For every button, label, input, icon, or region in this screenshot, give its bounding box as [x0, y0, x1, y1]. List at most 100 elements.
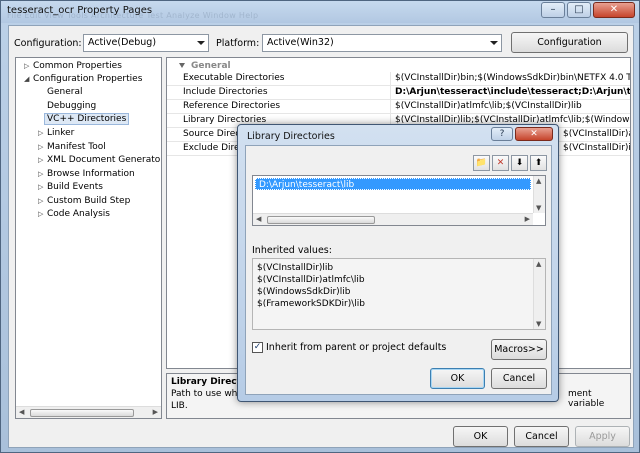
description-text-right: ment variable	[568, 389, 605, 409]
scroll-up-icon[interactable]: ▲	[536, 260, 541, 268]
chevron-down-icon	[197, 41, 205, 45]
tree-item-label: Code Analysis	[47, 209, 110, 219]
tree-item-label: Common Properties	[33, 61, 122, 71]
dialog-cancel-button[interactable]: Cancel	[491, 368, 547, 389]
property-name: Include Directories	[183, 87, 268, 97]
scrollbar-thumb[interactable]	[30, 409, 134, 417]
expand-icon[interactable]: ▷	[38, 195, 47, 208]
move-up-icon[interactable]: ⬆	[530, 155, 547, 171]
tree-item-label: Custom Build Step	[47, 196, 131, 206]
tree-item-debugging[interactable]: Debugging	[47, 100, 96, 113]
directory-vertical-scrollbar[interactable]: ▲ ▼	[533, 176, 545, 213]
configuration-value: Active(Debug)	[88, 37, 157, 48]
close-button[interactable]: ✕	[593, 2, 635, 18]
configuration-label: Configuration:	[14, 38, 82, 49]
delete-icon[interactable]: ✕	[492, 155, 509, 171]
inherited-value: $(VCInstallDir)atlmfc\lib	[257, 275, 365, 285]
grid-row-executable-directories[interactable]: Executable Directories $(VCInstallDir)bi…	[167, 72, 630, 86]
property-value: $(VCInstallDir)atlmfc\lib;$(VCInstallDir…	[395, 101, 582, 111]
expand-icon[interactable]: ▷	[38, 127, 47, 140]
apply-button[interactable]: Apply	[575, 426, 630, 447]
tree-item-build-events[interactable]: ▷ Build Events	[38, 181, 103, 194]
grid-row-include-directories[interactable]: Include Directories D:\Arjun\tesseract\i…	[167, 86, 630, 100]
dialog-caption-buttons: ? ✕	[491, 127, 553, 141]
expand-icon[interactable]: ▷	[38, 181, 47, 194]
inherited-vertical-scrollbar[interactable]: ▲ ▼	[533, 259, 545, 329]
expand-icon[interactable]: ▷	[38, 168, 47, 181]
tree-item-label: Linker	[47, 128, 75, 138]
collapse-icon[interactable]: ◢	[24, 73, 33, 86]
tree-item-label: General	[47, 87, 83, 97]
platform-dropdown[interactable]: Active(Win32)	[262, 34, 502, 52]
title-bar[interactable]: File Edit View Tools Architecture Test A…	[1, 1, 639, 23]
scrollbar-thumb[interactable]	[267, 216, 375, 224]
inherited-value: $(VCInstallDir)lib	[257, 263, 334, 273]
inherited-values-box: $(VCInstallDir)lib $(VCInstallDir)atlmfc…	[252, 258, 546, 330]
caption-buttons: – □ ✕	[541, 2, 635, 18]
ok-button[interactable]: OK	[453, 426, 508, 447]
dialog-close-button[interactable]: ✕	[515, 127, 553, 141]
library-directories-dialog: Library Directories ? ✕ 📁 ✕ ⬇ ⬆ D:\Arjun…	[237, 124, 559, 402]
property-value: D:\Arjun\tesseract\include\tesseract;D:\…	[395, 87, 631, 97]
inherited-value: $(WindowsSdkDir)lib	[257, 287, 351, 297]
tree-item-xml-document-generator[interactable]: ▷ XML Document Generator	[38, 154, 162, 167]
new-line-folder-icon[interactable]: 📁	[473, 155, 490, 171]
scroll-down-icon[interactable]: ▼	[536, 204, 541, 212]
expand-icon[interactable]: ▷	[38, 208, 47, 221]
tree-item-label: Configuration Properties	[33, 74, 143, 84]
platform-label: Platform:	[216, 38, 260, 49]
scroll-right-icon[interactable]: ▶	[525, 215, 530, 223]
inherit-checkbox-label[interactable]: Inherit from parent or project defaults	[266, 342, 446, 353]
tree-horizontal-scrollbar[interactable]: ◀ ▶	[16, 406, 161, 418]
maximize-button[interactable]: □	[567, 2, 591, 18]
tree-item-common-properties[interactable]: ▷ Common Properties	[24, 60, 122, 73]
inherited-values-label: Inherited values:	[252, 245, 332, 256]
configuration-manager-button[interactable]: Configuration Manager...	[511, 32, 628, 67]
expand-icon[interactable]: ▷	[38, 154, 47, 167]
macros-button[interactable]: Macros>>	[491, 339, 547, 360]
dialog-ok-button[interactable]: OK	[430, 368, 485, 389]
cancel-button[interactable]: Cancel	[514, 426, 569, 447]
collapse-triangle-icon[interactable]	[179, 63, 185, 68]
property-value: $(VCInstallDir)atlmfc\src\mfc	[563, 129, 630, 139]
tree-item-vc-directories[interactable]: VC++ Directories	[43, 113, 130, 126]
tree-item-linker[interactable]: ▷ Linker	[38, 127, 74, 140]
scroll-down-icon[interactable]: ▼	[536, 320, 541, 328]
description-text-line2: LIB.	[171, 401, 188, 411]
help-button[interactable]: ?	[491, 127, 513, 141]
directory-list[interactable]: D:\Arjun\tesseract\lib ▲ ▼ ◀ ▶	[252, 175, 546, 226]
property-tree: ▷ Common Properties ◢ Configuration Proper…	[15, 57, 162, 419]
tree-item-manifest-tool[interactable]: ▷ Manifest Tool	[38, 141, 106, 154]
expand-icon[interactable]: ▷	[24, 60, 33, 73]
expand-icon[interactable]: ▷	[38, 141, 47, 154]
dialog-title: Library Directories	[247, 131, 335, 142]
tree-item-label: Browse Information	[47, 169, 135, 179]
tree-item-code-analysis[interactable]: ▷ Code Analysis	[38, 208, 110, 221]
inherit-checkbox[interactable]: ✓	[252, 342, 263, 353]
window-title: tesseract_ocr Property Pages	[7, 5, 153, 16]
tree-item-label: Debugging	[47, 101, 97, 111]
property-value: $(VCInstallDir)bin;$(WindowsSdkDir)bin\N…	[395, 73, 631, 83]
grid-category-general[interactable]: General	[167, 60, 630, 72]
scroll-right-icon[interactable]: ▶	[153, 408, 158, 416]
directory-entry[interactable]: D:\Arjun\tesseract\lib	[255, 178, 531, 190]
tree-item-custom-build-step[interactable]: ▷ Custom Build Step	[38, 195, 130, 208]
tree-item-label: Build Events	[47, 182, 103, 192]
tree-item-label: Manifest Tool	[47, 142, 106, 152]
grid-row-reference-directories[interactable]: Reference Directories $(VCInstallDir)atl…	[167, 100, 630, 114]
tree-item-configuration-properties[interactable]: ◢ Configuration Properties	[24, 73, 142, 86]
tree-item-label: XML Document Generator	[47, 155, 162, 165]
scroll-left-icon[interactable]: ◀	[19, 408, 24, 416]
directory-horizontal-scrollbar[interactable]: ◀ ▶	[253, 213, 533, 225]
tree-item-general[interactable]: General	[47, 86, 82, 99]
property-name: Reference Directories	[183, 101, 281, 111]
move-down-icon[interactable]: ⬇	[511, 155, 528, 171]
platform-value: Active(Win32)	[267, 37, 334, 48]
property-value: $(VCInstallDir)include;$(Windo	[563, 143, 631, 153]
scroll-up-icon[interactable]: ▲	[536, 177, 541, 185]
chevron-down-icon	[490, 41, 498, 45]
minimize-button[interactable]: –	[541, 2, 565, 18]
tree-item-browse-information[interactable]: ▷ Browse Information	[38, 168, 135, 181]
configuration-dropdown[interactable]: Active(Debug)	[83, 34, 209, 52]
scroll-left-icon[interactable]: ◀	[256, 215, 261, 223]
